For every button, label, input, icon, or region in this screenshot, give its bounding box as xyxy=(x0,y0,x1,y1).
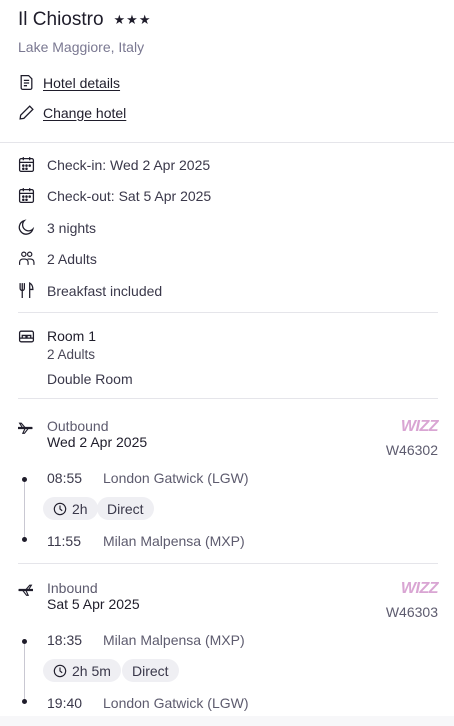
outbound-stops: Direct xyxy=(107,500,144,517)
divider xyxy=(18,563,438,564)
timeline-dot xyxy=(22,639,27,644)
moon-icon xyxy=(18,219,35,236)
outbound-flight-number: W46302 xyxy=(385,442,438,458)
divider xyxy=(18,312,438,313)
checkin-row: Check-in: Wed 2 Apr 2025 xyxy=(18,156,210,173)
checkin-text: Check-in: Wed 2 Apr 2025 xyxy=(47,156,211,173)
hotel-details-link[interactable]: Hotel details xyxy=(18,74,120,91)
duration-chip: 2h 5m xyxy=(43,659,121,682)
inbound-arrive-airport: London Gatwick (LGW) xyxy=(103,695,249,711)
outbound-timeline xyxy=(24,479,25,538)
hotel-details-label[interactable]: Hotel details xyxy=(43,75,120,91)
outbound-date: Wed 2 Apr 2025 xyxy=(47,434,148,450)
room-type: Double Room xyxy=(47,371,133,387)
bed-icon xyxy=(18,328,35,345)
hotel-title: Il Chiostro ★★★ xyxy=(18,9,152,31)
inbound-duration: 2h 5m xyxy=(72,662,111,679)
timeline-dot xyxy=(22,537,27,542)
outbound-label: Outbound xyxy=(47,418,109,434)
room-title: Room 1 xyxy=(47,328,97,344)
people-icon xyxy=(18,250,35,267)
room-guests: 2 Adults xyxy=(47,347,96,362)
hotel-name: Il Chiostro xyxy=(18,9,104,30)
pencil-icon xyxy=(18,104,35,121)
inbound-depart-airport: Milan Malpensa (MXP) xyxy=(103,632,245,648)
clock-icon xyxy=(53,664,67,677)
duration-chip: 2h xyxy=(43,497,98,520)
stops-chip: Direct xyxy=(97,497,154,520)
change-hotel-link[interactable]: Change hotel xyxy=(18,104,126,121)
outbound-depart-time: 08:55 xyxy=(47,470,83,486)
plane-arrive-icon xyxy=(17,581,34,598)
hotel-location: Lake Maggiore, Italy xyxy=(18,39,145,55)
bottom-edge xyxy=(0,716,454,726)
airline-logo: WIZZ xyxy=(400,418,439,435)
clock-icon xyxy=(53,502,67,515)
calendar-icon xyxy=(18,187,35,204)
outbound-duration: 2h xyxy=(72,500,88,517)
guests-row: 2 Adults xyxy=(18,250,97,267)
guests-text: 2 Adults xyxy=(47,250,97,267)
document-icon xyxy=(18,74,35,91)
star-rating: ★★★ xyxy=(113,12,152,27)
divider xyxy=(0,142,454,143)
checkout-row: Check-out: Sat 5 Apr 2025 xyxy=(18,187,211,204)
outbound-arrive-airport: Milan Malpensa (MXP) xyxy=(103,533,245,549)
inbound-flight-number: W46303 xyxy=(385,604,438,620)
nights-text: 3 nights xyxy=(47,219,97,236)
stops-chip: Direct xyxy=(122,659,179,682)
divider xyxy=(18,398,438,399)
board-row: Breakfast included xyxy=(18,282,162,299)
outbound-arrive-time: 11:55 xyxy=(47,533,81,549)
inbound-arrive-time: 19:40 xyxy=(47,695,83,711)
board-text: Breakfast included xyxy=(47,282,163,299)
inbound-label: Inbound xyxy=(47,580,98,596)
nights-row: 3 nights xyxy=(18,219,96,236)
cutlery-icon xyxy=(18,282,35,299)
inbound-stops: Direct xyxy=(132,662,169,679)
outbound-depart-airport: London Gatwick (LGW) xyxy=(103,470,249,486)
timeline-dot xyxy=(22,699,27,704)
inbound-date: Sat 5 Apr 2025 xyxy=(47,596,140,612)
checkout-text: Check-out: Sat 5 Apr 2025 xyxy=(47,187,212,204)
calendar-icon xyxy=(18,156,35,173)
inbound-timeline xyxy=(24,641,25,700)
timeline-dot xyxy=(22,477,27,482)
plane-depart-icon xyxy=(17,419,34,436)
airline-logo: WIZZ xyxy=(400,580,439,597)
inbound-depart-time: 18:35 xyxy=(47,632,83,648)
change-hotel-label[interactable]: Change hotel xyxy=(43,105,126,121)
